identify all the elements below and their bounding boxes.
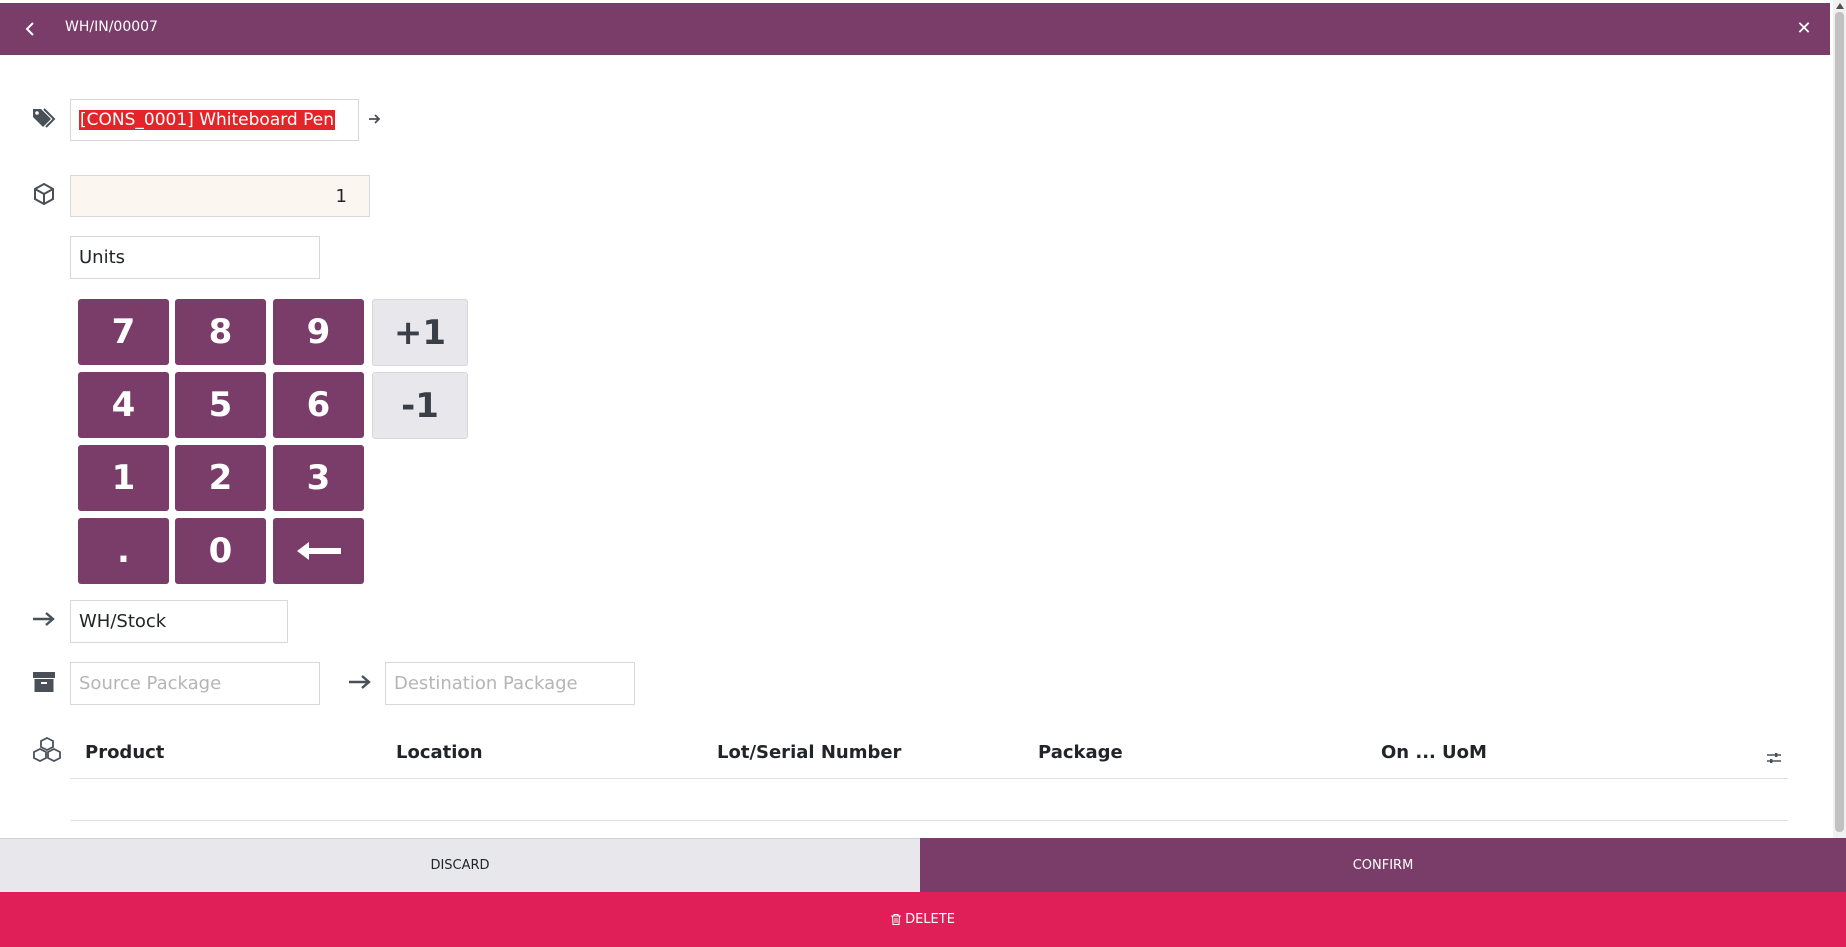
plus-one-button[interactable]: +1 (372, 299, 468, 366)
table-row-divider (70, 820, 1788, 821)
column-header-uom[interactable]: UoM (1442, 742, 1487, 772)
scrollbar-thumb[interactable] (1835, 12, 1844, 832)
arrow-right-icon (32, 611, 58, 627)
destination-package-input[interactable]: Destination Package (385, 662, 635, 705)
key-5[interactable]: 5 (175, 372, 266, 438)
location-field[interactable]: WH/Stock (70, 600, 288, 643)
record-title: WH/IN/00007 (65, 19, 158, 35)
cube-icon (32, 182, 56, 206)
arrow-right-icon[interactable] (368, 110, 384, 126)
discard-button[interactable]: DISCARD (0, 838, 920, 892)
arrow-right-icon (348, 674, 374, 690)
quantity-input[interactable]: 1 (70, 175, 370, 217)
product-field[interactable]: [CONS_0001] Whiteboard Pen (70, 99, 359, 141)
key-decimal[interactable]: . (78, 518, 169, 584)
archive-box-icon (32, 670, 56, 694)
key-0[interactable]: 0 (175, 518, 266, 584)
chevron-left-icon[interactable] (20, 17, 40, 41)
confirm-button[interactable]: CONFIRM (920, 838, 1846, 892)
column-header-package[interactable]: Package (1038, 742, 1123, 772)
key-2[interactable]: 2 (175, 445, 266, 511)
scroll-up-arrow-icon[interactable] (1836, 3, 1844, 9)
delete-label: DELETE (905, 912, 955, 927)
scrollbar[interactable] (1833, 0, 1846, 840)
close-icon[interactable]: ✕ (1792, 16, 1816, 40)
key-8[interactable]: 8 (175, 299, 266, 365)
column-header-location[interactable]: Location (396, 742, 483, 772)
key-3[interactable]: 3 (273, 445, 364, 511)
column-header-lot-serial[interactable]: Lot/Serial Number (717, 742, 901, 772)
sliders-icon[interactable] (1766, 750, 1782, 766)
uom-field[interactable]: Units (70, 236, 320, 279)
trash-icon (891, 914, 902, 925)
key-6[interactable]: 6 (273, 372, 364, 438)
backspace-arrow-icon (296, 542, 341, 560)
key-1[interactable]: 1 (78, 445, 169, 511)
key-7[interactable]: 7 (78, 299, 169, 365)
product-value: [CONS_0001] Whiteboard Pen (79, 110, 335, 130)
tags-icon (32, 106, 58, 130)
backspace-button[interactable] (273, 518, 364, 584)
cubes-icon (32, 737, 62, 763)
key-9[interactable]: 9 (273, 299, 364, 365)
column-header-product[interactable]: Product (85, 742, 164, 772)
table-header-divider (70, 778, 1788, 779)
minus-one-button[interactable]: -1 (372, 372, 468, 439)
key-4[interactable]: 4 (78, 372, 169, 438)
source-package-input[interactable]: Source Package (70, 662, 320, 705)
top-bar: WH/IN/00007 ✕ (0, 3, 1830, 55)
column-header-on-hand[interactable]: On ... (1381, 742, 1436, 772)
delete-button[interactable]: DELETE (0, 892, 1846, 947)
